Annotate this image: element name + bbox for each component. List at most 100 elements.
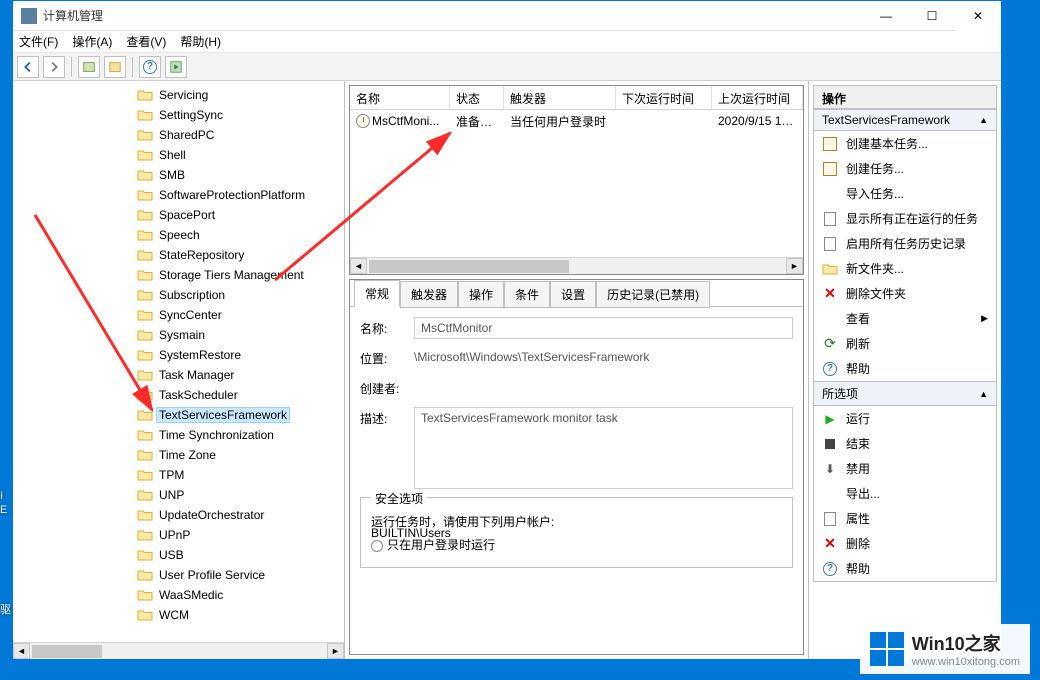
scroll-right-button[interactable]: ► (327, 643, 344, 659)
tree-item-softwareprotectionplatform[interactable]: SoftwareProtectionPlatform (137, 185, 344, 205)
tab-triggers[interactable]: 触发器 (400, 281, 458, 308)
titlebar[interactable]: 计算机管理 — ☐ ✕ (13, 1, 1001, 31)
menu-action[interactable]: 操作(A) (72, 33, 112, 50)
scroll-left-button[interactable]: ◄ (13, 643, 30, 659)
tree-item-waasmedic[interactable]: WaaSMedic (137, 585, 344, 605)
toolbar-icon[interactable] (78, 56, 100, 78)
scroll-left-button[interactable]: ◄ (350, 258, 367, 274)
action-item[interactable]: 显示所有正在运行的任务 (814, 206, 996, 231)
action-item[interactable]: 创建任务... (814, 156, 996, 181)
action-item[interactable]: ✕删除 (814, 531, 996, 556)
col-status[interactable]: 状态 (450, 86, 504, 109)
tree-item-subscription[interactable]: Subscription (137, 285, 344, 305)
help-icon[interactable]: ? (139, 56, 161, 78)
horizontal-scrollbar[interactable]: ◄ ► (350, 257, 803, 274)
close-button[interactable]: ✕ (955, 1, 1001, 31)
action-item[interactable]: 结束 (814, 431, 996, 456)
tab-conditions[interactable]: 条件 (504, 281, 550, 308)
tree-item-label: USB (157, 548, 186, 562)
action-icon (822, 186, 838, 202)
scroll-thumb[interactable] (369, 260, 569, 273)
toolbar-icon[interactable] (165, 56, 187, 78)
tab-actions[interactable]: 操作 (458, 281, 504, 308)
col-next-run[interactable]: 下次运行时间 (616, 86, 712, 109)
tree-item-systemrestore[interactable]: SystemRestore (137, 345, 344, 365)
field-description[interactable] (414, 407, 793, 489)
cell-trigger: 当任何用户登录时 (504, 111, 616, 132)
horizontal-scrollbar[interactable]: ◄ ► (13, 642, 344, 659)
tree-item-staterepository[interactable]: StateRepository (137, 245, 344, 265)
action-item[interactable]: ⟳刷新 (814, 331, 996, 356)
action-label: 属性 (846, 510, 870, 527)
actions-section-folder[interactable]: TextServicesFramework ▲ (813, 109, 997, 131)
action-item[interactable]: 创建基本任务... (814, 131, 996, 156)
tree-item-spaceport[interactable]: SpacePort (137, 205, 344, 225)
tree-item-user-profile-service[interactable]: User Profile Service (137, 565, 344, 585)
field-name[interactable]: MsCtfMonitor (414, 317, 793, 339)
action-item[interactable]: 导入任务... (814, 181, 996, 206)
tree-item-textservicesframework[interactable]: TextServicesFramework (137, 405, 344, 425)
col-name[interactable]: 名称 (350, 86, 450, 109)
minimize-button[interactable]: — (863, 1, 909, 31)
scroll-track[interactable] (367, 258, 786, 274)
tree-item-speech[interactable]: Speech (137, 225, 344, 245)
action-item[interactable]: 导出... (814, 481, 996, 506)
tree-item-taskscheduler[interactable]: TaskScheduler (137, 385, 344, 405)
tab-history[interactable]: 历史记录(已禁用) (596, 281, 710, 308)
tree-item-wcm[interactable]: WCM (137, 605, 344, 625)
radio-icon[interactable] (371, 540, 383, 552)
maximize-button[interactable]: ☐ (909, 1, 955, 31)
action-item[interactable]: ✕删除文件夹 (814, 281, 996, 306)
tree-item-tpm[interactable]: TPM (137, 465, 344, 485)
task-scheduler-tree[interactable]: Servicing SettingSync SharedPCShellSMBSoft… (13, 81, 344, 642)
col-trigger[interactable]: 触发器 (504, 86, 616, 109)
action-item[interactable]: 属性 (814, 506, 996, 531)
tab-settings[interactable]: 设置 (550, 281, 596, 308)
action-label: 查看 (846, 310, 870, 327)
tree-item-smb[interactable]: SMB (137, 165, 344, 185)
field-location: \Microsoft\Windows\TextServicesFramework (414, 347, 793, 369)
tree-item-sharedpc[interactable]: SharedPC (137, 125, 344, 145)
forward-button[interactable] (43, 56, 65, 78)
menu-help[interactable]: 帮助(H) (180, 33, 221, 50)
tree-item-time-synchronization[interactable]: Time Synchronization (137, 425, 344, 445)
back-button[interactable] (17, 56, 39, 78)
scroll-thumb[interactable] (32, 645, 102, 658)
tree-item-updateorchestrator[interactable]: UpdateOrchestrator (137, 505, 344, 525)
tree-item-settingsync[interactable]: SettingSync (137, 105, 344, 125)
tree-item-label: Servicing (157, 88, 210, 102)
action-item[interactable]: 查看▶ (814, 306, 996, 331)
security-options-title: 安全选项 (371, 490, 427, 507)
tree-item-usb[interactable]: USB (137, 545, 344, 565)
tree-item-storage-tiers-management[interactable]: Storage Tiers Management (137, 265, 344, 285)
action-item[interactable]: ?帮助 (814, 556, 996, 581)
folder-icon (137, 448, 153, 462)
scroll-right-button[interactable]: ► (786, 258, 803, 274)
tree-item-synccenter[interactable]: SyncCenter (137, 305, 344, 325)
action-item[interactable]: ▶运行 (814, 406, 996, 431)
tree-item-sysmain[interactable]: Sysmain (137, 325, 344, 345)
toolbar-icon[interactable] (104, 56, 126, 78)
tree-item-upnp[interactable]: UPnP (137, 525, 344, 545)
col-last-run[interactable]: 上次运行时间 (712, 86, 803, 109)
tree-item-label: SettingSync (157, 108, 225, 122)
tab-general[interactable]: 常规 (354, 280, 400, 307)
tree-item-task-manager[interactable]: Task Manager (137, 365, 344, 385)
tree-item-servicing[interactable]: Servicing (137, 85, 344, 105)
task-row[interactable]: MsCtfMoni... 准备就绪 当任何用户登录时 2020/9/15 10:… (350, 110, 803, 132)
menu-view[interactable]: 查看(V) (126, 33, 166, 50)
tree-item-shell[interactable]: Shell (137, 145, 344, 165)
collapse-icon[interactable]: ▲ (979, 115, 988, 125)
action-item[interactable]: ?帮助 (814, 356, 996, 381)
tree-item-time-zone[interactable]: Time Zone (137, 445, 344, 465)
scroll-track[interactable] (30, 643, 327, 659)
tree-item-unp[interactable]: UNP (137, 485, 344, 505)
action-icon: ? (822, 361, 838, 377)
action-item[interactable]: ⬇禁用 (814, 456, 996, 481)
collapse-icon[interactable]: ▲ (979, 389, 988, 399)
action-icon (822, 211, 838, 227)
menu-file[interactable]: 文件(F) (19, 33, 58, 50)
action-item[interactable]: 新文件夹... (814, 256, 996, 281)
action-item[interactable]: 启用所有任务历史记录 (814, 231, 996, 256)
actions-section-selected[interactable]: 所选项 ▲ (813, 381, 997, 406)
